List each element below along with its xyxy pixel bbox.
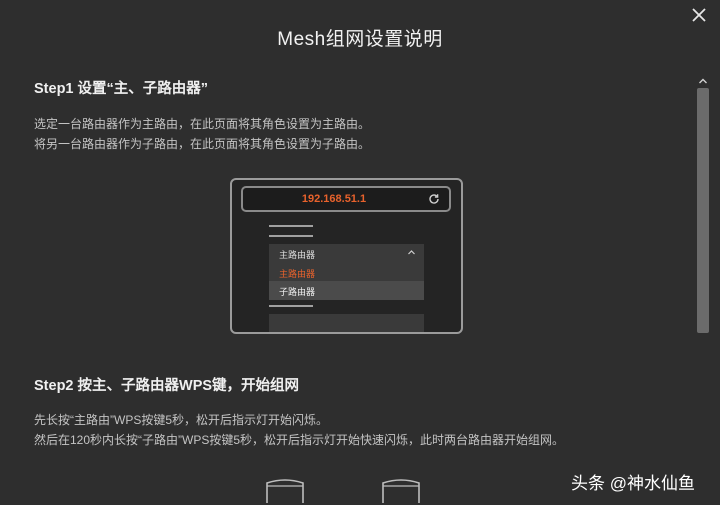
scroll-up-button[interactable] (697, 76, 709, 86)
refresh-icon (428, 193, 440, 205)
watermark-text: 头条 @神水仙鱼 (571, 474, 695, 493)
menu-line (269, 305, 313, 307)
role-dropdown-header: 主路由器 (269, 244, 424, 263)
role-option-sub-row: 子路由器 (269, 281, 424, 300)
role-dropdown: 主路由器 主路由器 子路由器 (269, 244, 424, 300)
role-dropdown-selected: 主路由器 (279, 250, 316, 260)
chevron-up-icon (699, 78, 707, 84)
step1-line2: 将另一台路由器作为子路由，在此页面将其角色设置为子路由。 (34, 137, 371, 151)
mesh-setup-dialog: Mesh组网设置说明 Step1 设置“主、子路由器” 选定一台路由器作为主路由… (0, 0, 720, 505)
address-text: 192.168.51.1 (301, 193, 367, 205)
step1-heading: Step1 设置“主、子路由器” (34, 81, 209, 97)
menu-line (269, 235, 313, 237)
router-device-icon (381, 475, 421, 505)
menu-line (269, 225, 313, 227)
step1-line1: 选定一台路由器作为主路由，在此页面将其角色设置为主路由。 (34, 117, 371, 131)
router-device-icon (265, 475, 305, 505)
instructions-content: Step1 设置“主、子路由器” 选定一台路由器作为主路由，在此页面将其角色设置… (34, 70, 674, 505)
address-bar: 192.168.51.1 (241, 186, 451, 212)
step2-heading: Step2 按主、子路由器WPS键，开始组网 (34, 378, 300, 394)
close-button[interactable] (690, 6, 708, 24)
step1-text: 选定一台路由器作为主路由，在此页面将其角色设置为主路由。 将另一台路由器作为子路… (34, 114, 370, 154)
router-role-illustration: 192.168.51.1 主路由器 主路由器 子路由器 (230, 178, 463, 334)
close-icon (692, 8, 706, 22)
dialog-title: Mesh组网设置说明 (277, 29, 443, 50)
chevron-up-icon (407, 248, 416, 257)
step2-line1: 先长按“主路由”WPS按键5秒，松开后指示灯开始闪烁。 (34, 413, 329, 427)
step2-line2: 然后在120秒内长按“子路由”WPS按键5秒，松开后指示灯开始快速闪烁，此时两台… (34, 433, 565, 447)
role-option-sub: 子路由器 (279, 287, 316, 297)
role-option-main: 主路由器 (279, 269, 316, 279)
scrollbar-track[interactable] (697, 88, 709, 333)
step2-text: 先长按“主路由”WPS按键5秒，松开后指示灯开始闪烁。 然后在120秒内长按“子… (34, 410, 564, 450)
placeholder-block (269, 314, 424, 332)
scrollbar-thumb[interactable] (697, 88, 709, 333)
